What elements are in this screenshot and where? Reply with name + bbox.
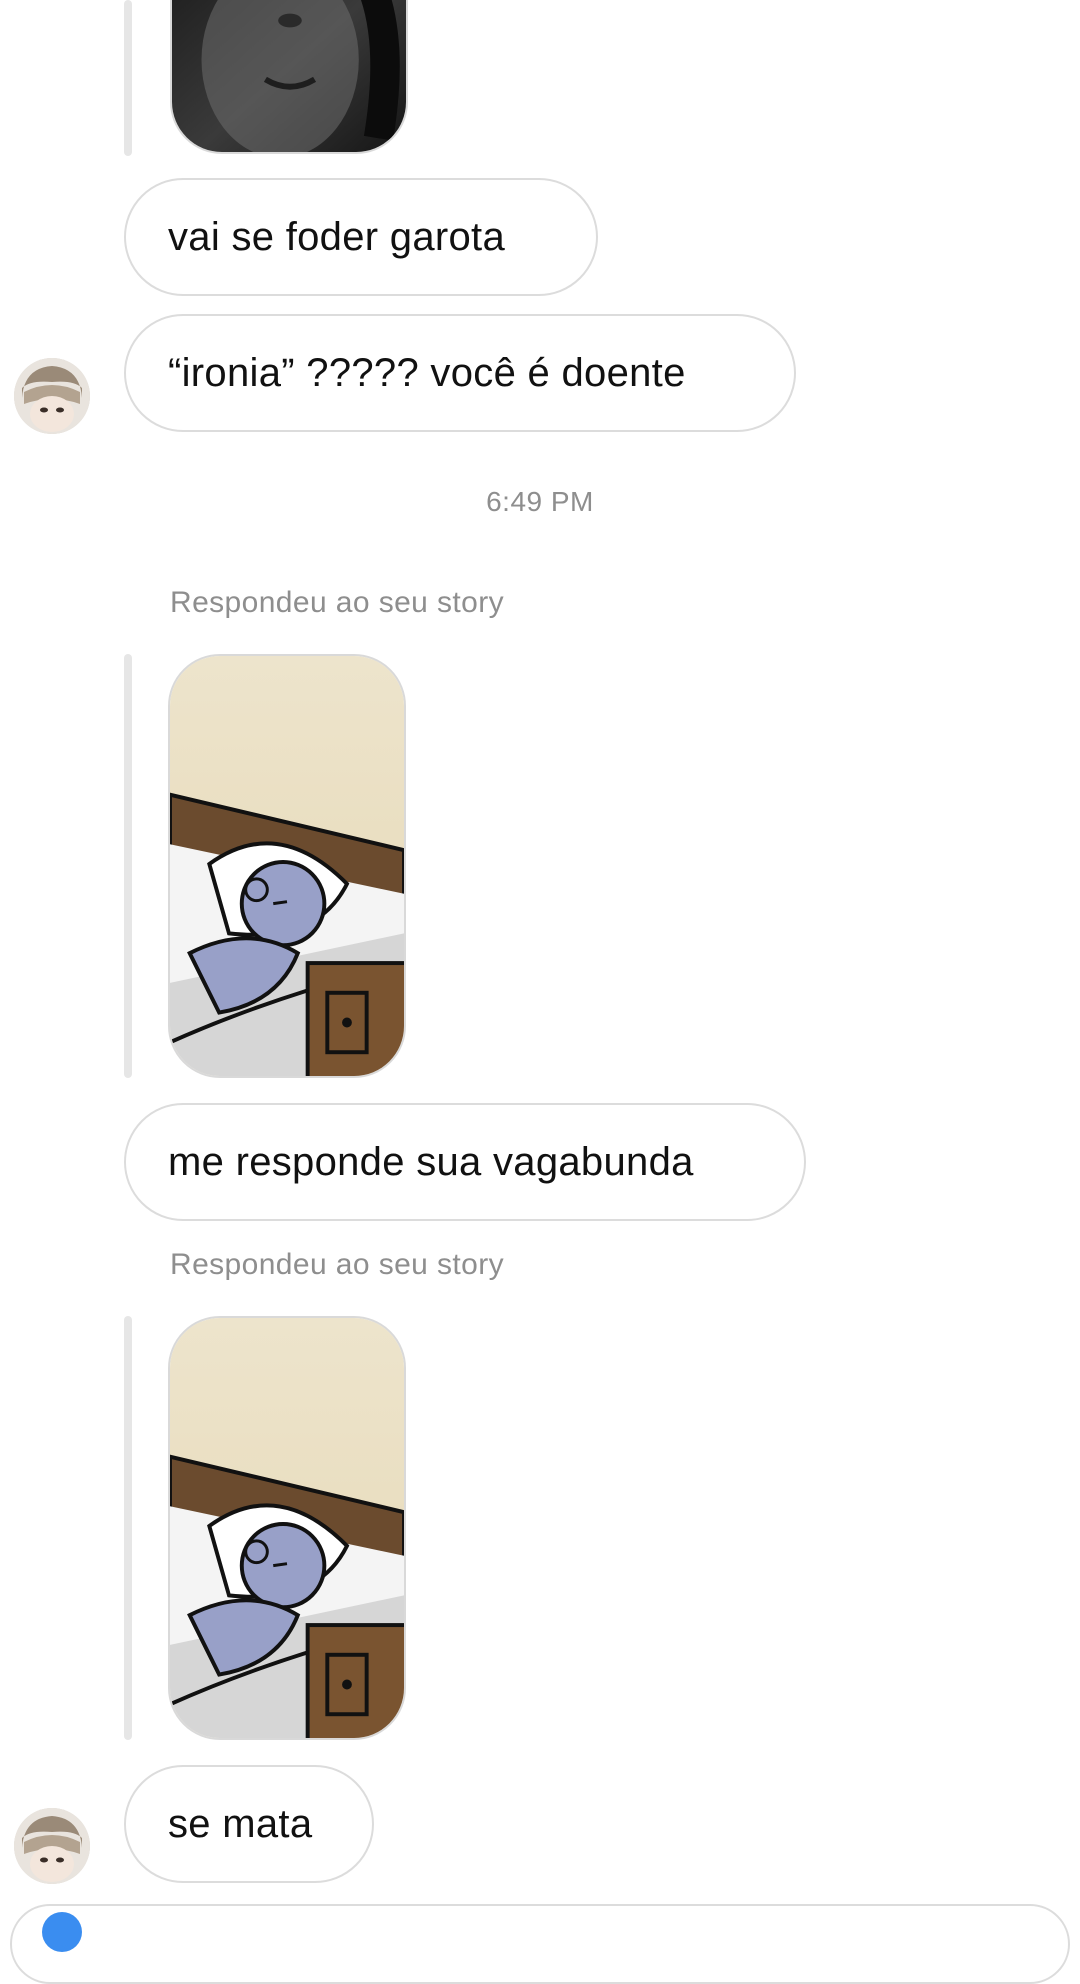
- message-bubble[interactable]: vai se foder garota: [124, 178, 598, 296]
- message-bubble[interactable]: se mata: [124, 1765, 374, 1883]
- story-thumbnail-photo[interactable]: [170, 0, 408, 154]
- avatar[interactable]: [14, 358, 90, 434]
- story-reply-label: Respondeu ao seu story: [170, 1248, 505, 1281]
- timestamp: 6:49 PM: [486, 486, 594, 517]
- avatar-photo: [14, 358, 90, 434]
- story-reply-bar: [124, 654, 132, 1078]
- story-sleeping-image: [170, 656, 404, 1076]
- story-reply-bar: [124, 0, 132, 156]
- message-text: “ironia” ????? você é doente: [168, 350, 686, 395]
- message-composer[interactable]: [10, 1904, 1070, 1984]
- message-text: vai se foder garota: [168, 214, 506, 259]
- camera-icon[interactable]: [42, 1912, 82, 1952]
- story-thumbnail[interactable]: [168, 654, 406, 1078]
- story-reply-label: Respondeu ao seu story: [170, 586, 505, 619]
- message-text: me responde sua vagabunda: [168, 1139, 694, 1184]
- avatar[interactable]: [14, 1808, 90, 1884]
- message-text: se mata: [168, 1801, 313, 1846]
- story-thumbnail[interactable]: [168, 1316, 406, 1740]
- avatar-photo: [14, 1808, 90, 1884]
- message-bubble[interactable]: me responde sua vagabunda: [124, 1103, 806, 1221]
- message-bubble[interactable]: “ironia” ????? você é doente: [124, 314, 796, 432]
- story-reply-bar: [124, 1316, 132, 1740]
- story-photo-image: [172, 0, 406, 152]
- story-sleeping-image: [170, 1318, 404, 1738]
